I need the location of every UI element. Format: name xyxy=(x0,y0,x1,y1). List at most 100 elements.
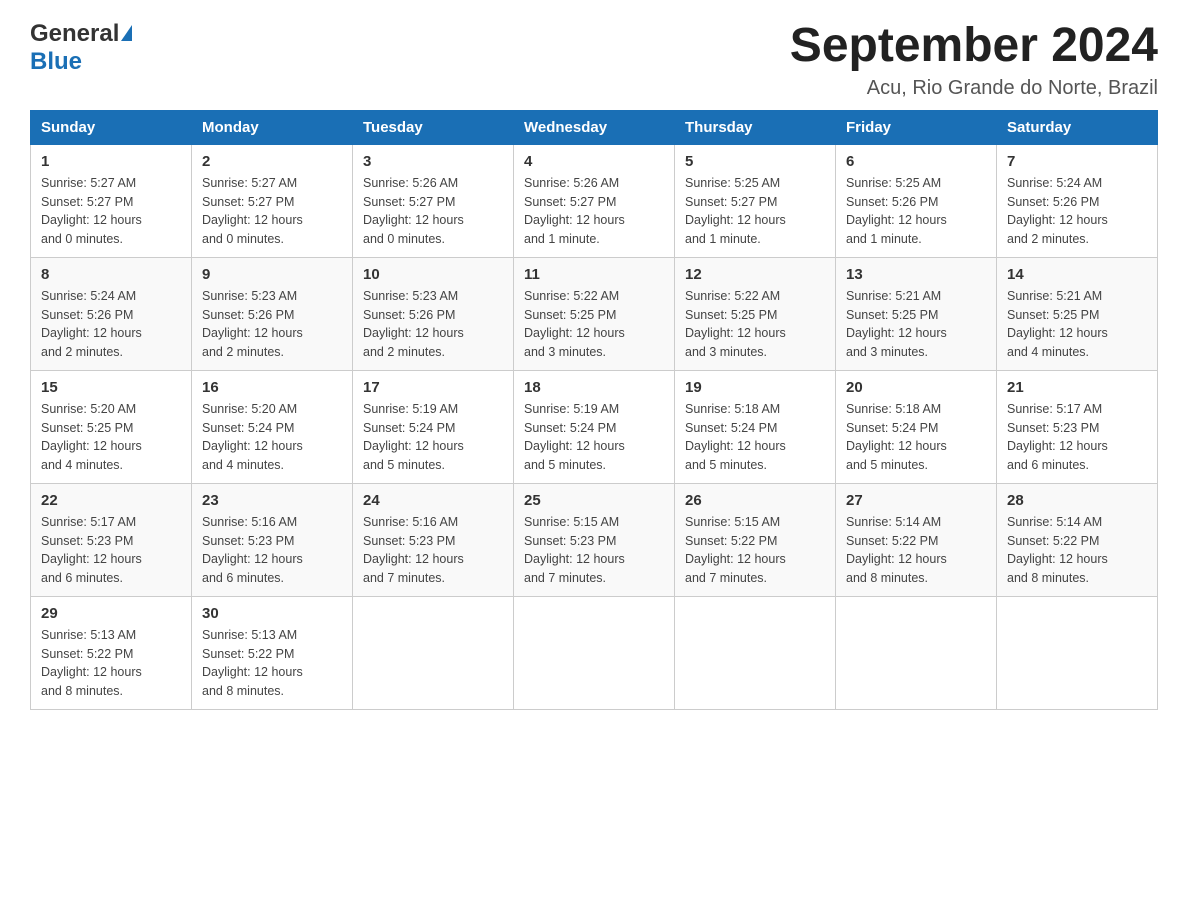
day-info: Sunrise: 5:19 AMSunset: 5:24 PMDaylight:… xyxy=(524,400,664,475)
calendar-cell: 20Sunrise: 5:18 AMSunset: 5:24 PMDayligh… xyxy=(836,370,997,483)
logo: General Blue xyxy=(30,20,132,76)
day-info: Sunrise: 5:21 AMSunset: 5:25 PMDaylight:… xyxy=(846,287,986,362)
calendar-cell: 26 Sunrise: 5:15 AMSunset: 5:22 PMDayligh… xyxy=(675,483,836,596)
calendar-week-row: 22 Sunrise: 5:17 AMSunset: 5:23 PMDayligh… xyxy=(31,483,1158,596)
calendar-cell: 24Sunrise: 5:16 AMSunset: 5:23 PMDayligh… xyxy=(353,483,514,596)
page-header: General Blue September 2024 Acu, Rio Gra… xyxy=(30,20,1158,100)
col-tuesday: Tuesday xyxy=(353,110,514,144)
calendar-cell: 5Sunrise: 5:25 AMSunset: 5:27 PMDaylight… xyxy=(675,144,836,257)
calendar-cell: 6Sunrise: 5:25 AMSunset: 5:26 PMDaylight… xyxy=(836,144,997,257)
day-number: 21 xyxy=(1007,379,1147,396)
calendar-cell: 21Sunrise: 5:17 AMSunset: 5:23 PMDayligh… xyxy=(997,370,1158,483)
calendar-cell xyxy=(514,596,675,709)
day-number: 11 xyxy=(524,266,664,283)
day-info: Sunrise: 5:20 AMSunset: 5:25 PMDaylight:… xyxy=(41,400,181,475)
day-info: Sunrise: 5:17 AMSunset: 5:23 PMDaylight:… xyxy=(41,513,181,588)
day-info: Sunrise: 5:18 AMSunset: 5:24 PMDaylight:… xyxy=(846,400,986,475)
calendar-cell: 10 Sunrise: 5:23 AMSunset: 5:26 PMDayligh… xyxy=(353,257,514,370)
calendar-week-row: 1 Sunrise: 5:27 AMSunset: 5:27 PMDaylight… xyxy=(31,144,1158,257)
day-number: 25 xyxy=(524,492,664,509)
day-info: Sunrise: 5:23 AMSunset: 5:26 PMDaylight:… xyxy=(202,287,342,362)
calendar-cell: 23 Sunrise: 5:16 AMSunset: 5:23 PMDayligh… xyxy=(192,483,353,596)
logo-blue-text: Blue xyxy=(30,48,82,75)
calendar-title-block: September 2024 Acu, Rio Grande do Norte,… xyxy=(790,20,1158,100)
calendar-cell: 12 Sunrise: 5:22 AMSunset: 5:25 PMDayligh… xyxy=(675,257,836,370)
day-info: Sunrise: 5:24 AMSunset: 5:26 PMDaylight:… xyxy=(1007,174,1147,249)
calendar-cell: 16 Sunrise: 5:20 AMSunset: 5:24 PMDayligh… xyxy=(192,370,353,483)
day-number: 23 xyxy=(202,492,342,509)
day-info: Sunrise: 5:14 AMSunset: 5:22 PMDaylight:… xyxy=(846,513,986,588)
calendar-cell: 22 Sunrise: 5:17 AMSunset: 5:23 PMDayligh… xyxy=(31,483,192,596)
day-number: 1 xyxy=(41,153,181,170)
calendar-cell: 15 Sunrise: 5:20 AMSunset: 5:25 PMDayligh… xyxy=(31,370,192,483)
day-number: 2 xyxy=(202,153,342,170)
logo-triangle-icon xyxy=(121,25,132,41)
day-info: Sunrise: 5:13 AMSunset: 5:22 PMDaylight:… xyxy=(202,626,342,701)
col-wednesday: Wednesday xyxy=(514,110,675,144)
day-number: 14 xyxy=(1007,266,1147,283)
day-info: Sunrise: 5:23 AMSunset: 5:26 PMDaylight:… xyxy=(363,287,503,362)
day-number: 18 xyxy=(524,379,664,396)
day-info: Sunrise: 5:20 AMSunset: 5:24 PMDaylight:… xyxy=(202,400,342,475)
day-number: 28 xyxy=(1007,492,1147,509)
calendar-cell xyxy=(997,596,1158,709)
day-info: Sunrise: 5:18 AMSunset: 5:24 PMDaylight:… xyxy=(685,400,825,475)
calendar-cell: 14 Sunrise: 5:21 AMSunset: 5:25 PMDayligh… xyxy=(997,257,1158,370)
calendar-body: 1 Sunrise: 5:27 AMSunset: 5:27 PMDaylight… xyxy=(31,144,1158,709)
calendar-cell: 3Sunrise: 5:26 AMSunset: 5:27 PMDaylight… xyxy=(353,144,514,257)
day-number: 19 xyxy=(685,379,825,396)
day-info: Sunrise: 5:21 AMSunset: 5:25 PMDaylight:… xyxy=(1007,287,1147,362)
calendar-week-row: 8 Sunrise: 5:24 AMSunset: 5:26 PMDaylight… xyxy=(31,257,1158,370)
day-number: 26 xyxy=(685,492,825,509)
calendar-title: September 2024 xyxy=(790,20,1158,73)
day-number: 8 xyxy=(41,266,181,283)
calendar-header-row: Sunday Monday Tuesday Wednesday Thursday… xyxy=(31,110,1158,144)
day-info: Sunrise: 5:24 AMSunset: 5:26 PMDaylight:… xyxy=(41,287,181,362)
col-friday: Friday xyxy=(836,110,997,144)
logo-general-text: General xyxy=(30,20,119,48)
day-info: Sunrise: 5:27 AMSunset: 5:27 PMDaylight:… xyxy=(202,174,342,249)
calendar-cell: 17Sunrise: 5:19 AMSunset: 5:24 PMDayligh… xyxy=(353,370,514,483)
day-number: 15 xyxy=(41,379,181,396)
calendar-week-row: 29 Sunrise: 5:13 AMSunset: 5:22 PMDayligh… xyxy=(31,596,1158,709)
col-saturday: Saturday xyxy=(997,110,1158,144)
day-info: Sunrise: 5:16 AMSunset: 5:23 PMDaylight:… xyxy=(202,513,342,588)
day-info: Sunrise: 5:15 AMSunset: 5:23 PMDaylight:… xyxy=(524,513,664,588)
calendar-cell: 8 Sunrise: 5:24 AMSunset: 5:26 PMDaylight… xyxy=(31,257,192,370)
day-info: Sunrise: 5:22 AMSunset: 5:25 PMDaylight:… xyxy=(524,287,664,362)
day-info: Sunrise: 5:26 AMSunset: 5:27 PMDaylight:… xyxy=(524,174,664,249)
day-number: 29 xyxy=(41,605,181,622)
calendar-cell: 29 Sunrise: 5:13 AMSunset: 5:22 PMDayligh… xyxy=(31,596,192,709)
day-info: Sunrise: 5:22 AMSunset: 5:25 PMDaylight:… xyxy=(685,287,825,362)
day-number: 10 xyxy=(363,266,503,283)
calendar-table: Sunday Monday Tuesday Wednesday Thursday… xyxy=(30,110,1158,710)
day-number: 4 xyxy=(524,153,664,170)
calendar-cell: 11 Sunrise: 5:22 AMSunset: 5:25 PMDayligh… xyxy=(514,257,675,370)
calendar-cell: 9 Sunrise: 5:23 AMSunset: 5:26 PMDaylight… xyxy=(192,257,353,370)
day-number: 30 xyxy=(202,605,342,622)
day-number: 12 xyxy=(685,266,825,283)
calendar-subtitle: Acu, Rio Grande do Norte, Brazil xyxy=(790,77,1158,100)
day-number: 16 xyxy=(202,379,342,396)
calendar-cell: 30 Sunrise: 5:13 AMSunset: 5:22 PMDayligh… xyxy=(192,596,353,709)
calendar-cell: 13Sunrise: 5:21 AMSunset: 5:25 PMDayligh… xyxy=(836,257,997,370)
day-info: Sunrise: 5:16 AMSunset: 5:23 PMDaylight:… xyxy=(363,513,503,588)
calendar-cell: 1 Sunrise: 5:27 AMSunset: 5:27 PMDaylight… xyxy=(31,144,192,257)
day-number: 3 xyxy=(363,153,503,170)
day-info: Sunrise: 5:25 AMSunset: 5:27 PMDaylight:… xyxy=(685,174,825,249)
day-info: Sunrise: 5:27 AMSunset: 5:27 PMDaylight:… xyxy=(41,174,181,249)
day-info: Sunrise: 5:13 AMSunset: 5:22 PMDaylight:… xyxy=(41,626,181,701)
col-sunday: Sunday xyxy=(31,110,192,144)
calendar-cell: 4 Sunrise: 5:26 AMSunset: 5:27 PMDaylight… xyxy=(514,144,675,257)
day-number: 22 xyxy=(41,492,181,509)
calendar-cell: 25 Sunrise: 5:15 AMSunset: 5:23 PMDayligh… xyxy=(514,483,675,596)
day-number: 6 xyxy=(846,153,986,170)
day-info: Sunrise: 5:14 AMSunset: 5:22 PMDaylight:… xyxy=(1007,513,1147,588)
calendar-cell xyxy=(836,596,997,709)
calendar-cell: 2 Sunrise: 5:27 AMSunset: 5:27 PMDaylight… xyxy=(192,144,353,257)
calendar-cell: 28 Sunrise: 5:14 AMSunset: 5:22 PMDayligh… xyxy=(997,483,1158,596)
day-info: Sunrise: 5:15 AMSunset: 5:22 PMDaylight:… xyxy=(685,513,825,588)
calendar-cell xyxy=(353,596,514,709)
day-number: 9 xyxy=(202,266,342,283)
day-number: 27 xyxy=(846,492,986,509)
